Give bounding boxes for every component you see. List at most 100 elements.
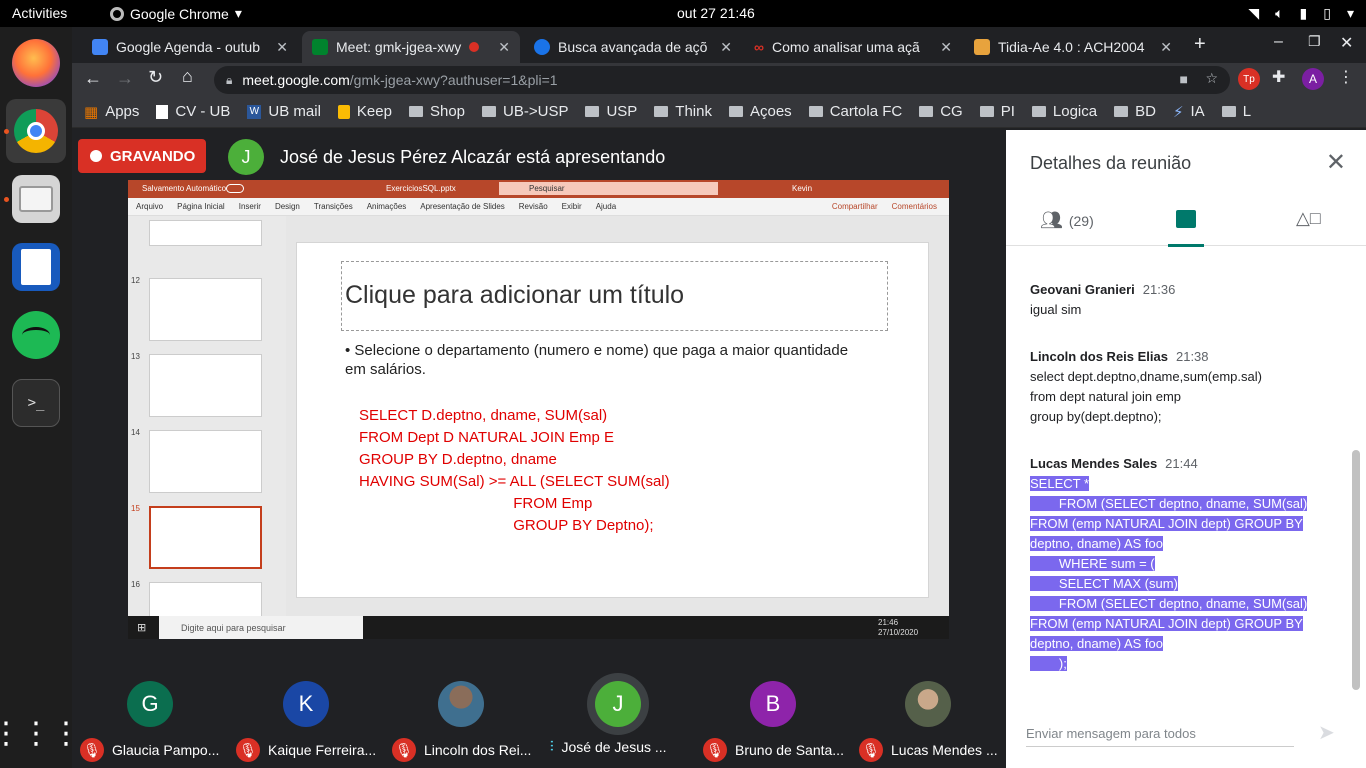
terminal-icon[interactable]: >_ [12, 379, 60, 427]
bookmark-folder-shop[interactable]: Shop [408, 103, 465, 120]
clock[interactable]: out 27 21:46 [677, 5, 755, 21]
participant-avatar: B [750, 681, 796, 727]
system-tray[interactable]: ◥ 🔈︎ ▮ ▯ ▾ [1248, 5, 1354, 22]
minimize-icon[interactable]: – [1274, 33, 1283, 51]
bookmark-folder-cartola[interactable]: Cartola FC [808, 103, 902, 120]
address-bar[interactable]: 🔒︎ meet.google.com/gmk-jgea-xwy?authuser… [214, 66, 1230, 94]
infinity-icon: ∞ [754, 39, 764, 55]
tab-google-agenda[interactable]: Google Agenda - outub ✕ [82, 31, 298, 63]
bookmark-folder-usp[interactable]: USP [585, 103, 637, 120]
mic-off-icon: 🎙︎ [236, 738, 260, 762]
close-icon[interactable]: ✕ [498, 39, 510, 56]
bookmark-folder-pi[interactable]: PI [979, 103, 1015, 120]
show-apps-icon[interactable]: ⋮⋮⋮ [0, 710, 81, 758]
bookmark-folder-cg[interactable]: CG [919, 103, 963, 120]
participant-tile-name: 🎙︎ Lincoln dos Rei... [392, 738, 531, 762]
bookmark-star-icon[interactable]: ☆ [1205, 70, 1218, 87]
bookmark-folder-logica[interactable]: Logica [1031, 103, 1097, 120]
extensions-puzzle-icon[interactable]: ✚ [1272, 67, 1285, 87]
meet-icon [312, 39, 328, 55]
chrome-dock-item[interactable] [6, 99, 66, 163]
slide-thumb [149, 354, 262, 417]
folder-icon [1221, 106, 1236, 117]
autosave-label: Salvamento Automático [142, 184, 227, 193]
meeting-details-panel: Detalhes da reunião ✕ 👥︎ (29) △□ Geovani… [1006, 130, 1366, 768]
folder-icon [979, 106, 994, 117]
folder-icon [585, 106, 600, 117]
message-text-selected[interactable]: SELECT * FROM (SELECT deptno, dname, SUM… [1030, 476, 1308, 671]
back-icon[interactable]: ← [84, 68, 102, 89]
menu-kebab-icon[interactable]: ⋮ [1338, 67, 1354, 87]
bookmark-apps[interactable]: ▦ Apps [84, 103, 139, 121]
firefox-icon[interactable] [12, 39, 60, 87]
close-icon[interactable]: ✕ [720, 39, 732, 56]
bookmarks-bar: ▦ Apps CV - UB W UB mail Keep Shop UB->USP… [72, 96, 1366, 128]
tidia-icon [974, 39, 990, 55]
people-icon: 👥︎ [1040, 210, 1063, 230]
mic-off-icon: 🎙︎ [859, 738, 883, 762]
bookmark-folder-l[interactable]: L [1221, 103, 1251, 120]
folder-icon [728, 106, 743, 117]
slide-title: Clique para adicionar um título [345, 281, 685, 309]
tab-chat[interactable] [1176, 210, 1196, 228]
bookmark-folder-think[interactable]: Think [654, 103, 712, 120]
maximize-icon[interactable]: ❐ [1308, 33, 1321, 50]
close-icon[interactable]: ✕ [1160, 39, 1172, 56]
autosave-toggle [226, 184, 244, 193]
windows-taskbar: ⊞ Digite aqui para pesquisar 21:46 27/10… [128, 616, 949, 639]
message-text: select dept.deptno,dname,sum(emp.sal) fr… [1030, 369, 1262, 424]
bookmark-keep[interactable]: Keep [337, 103, 392, 120]
presenter-avatar: J [228, 139, 264, 175]
message-sender: Lincoln dos Reis Elias [1030, 349, 1168, 364]
activities-button[interactable]: Activities [12, 5, 67, 21]
activities-shapes-icon[interactable]: △□ [1296, 208, 1321, 229]
message-sender: Geovani Granieri [1030, 282, 1135, 297]
calendar-icon [92, 39, 108, 55]
profile-avatar[interactable]: A [1302, 68, 1324, 90]
close-icon[interactable]: ✕ [1326, 148, 1346, 177]
chat-message: Geovani Granieri 21:36 igual sim [1030, 280, 1330, 320]
tab-busca-avancada[interactable]: Busca avançada de açõ ✕ [524, 31, 742, 63]
slide-thumb [149, 220, 262, 246]
close-icon[interactable]: ✕ [276, 39, 288, 56]
reload-icon[interactable]: ↻ [148, 67, 163, 88]
tab-meet[interactable]: Meet: gmk-jgea-xwy ✕ [302, 31, 520, 63]
folder-icon [654, 106, 669, 117]
participant-photo [905, 681, 951, 727]
taskbar-time: 21:46 [878, 618, 899, 627]
tab-tidia[interactable]: Tidia-Ae 4.0 : ACH2004 ✕ [964, 31, 1182, 63]
document-viewer-icon[interactable] [12, 243, 60, 291]
tab-label: Google Agenda - outub [116, 39, 261, 55]
spotify-icon[interactable] [12, 311, 60, 359]
bookmark-ub-mail[interactable]: W UB mail [247, 103, 321, 120]
forward-icon[interactable]: → [116, 68, 134, 89]
app-menu[interactable]: Google Chrome ▾ [110, 5, 242, 22]
new-tab-button[interactable]: + [1194, 33, 1206, 56]
chat-scrollbar[interactable] [1352, 450, 1360, 690]
chat-message-input[interactable]: Enviar mensagem para todos [1026, 723, 1294, 747]
close-icon[interactable]: ✕ [940, 39, 952, 56]
active-tab-indicator [1168, 244, 1204, 247]
taskbar-date: 27/10/2020 [878, 628, 919, 637]
extension-tp-icon[interactable]: Tp [1238, 68, 1260, 90]
bookmark-folder-bd[interactable]: BD [1114, 103, 1156, 120]
bookmark-ia[interactable]: ⚡︎ IA [1173, 103, 1205, 121]
bookmark-folder-acoes[interactable]: Açoes [728, 103, 792, 120]
home-icon[interactable]: ⌂ [182, 66, 193, 87]
send-icon[interactable]: ➤ [1318, 720, 1335, 745]
camera-icon[interactable]: ■ [1180, 71, 1188, 87]
files-icon[interactable] [12, 175, 60, 223]
close-window-icon[interactable]: ✕ [1340, 33, 1353, 53]
participant-avatar: G [127, 681, 173, 727]
tab-people[interactable]: 👥︎ (29) [1040, 210, 1094, 231]
bookmark-folder-ub-usp[interactable]: UB->USP [482, 103, 568, 120]
message-time: 21:44 [1165, 456, 1198, 471]
message-time: 21:38 [1175, 349, 1209, 364]
mic-icon: ▮ [1299, 5, 1308, 21]
filename: ExerciciosSQL.pptx [386, 184, 456, 193]
folder-icon [408, 106, 423, 117]
shared-screen[interactable]: Salvamento Automático ExerciciosSQL.pptx… [128, 180, 949, 639]
bookmark-cv-ub[interactable]: CV - UB [156, 103, 230, 120]
tab-como-analisar[interactable]: ∞ Como analisar uma açã ✕ [744, 31, 962, 63]
chat-message: Lucas Mendes Sales 21:44 SELECT * FROM (S… [1030, 454, 1350, 674]
